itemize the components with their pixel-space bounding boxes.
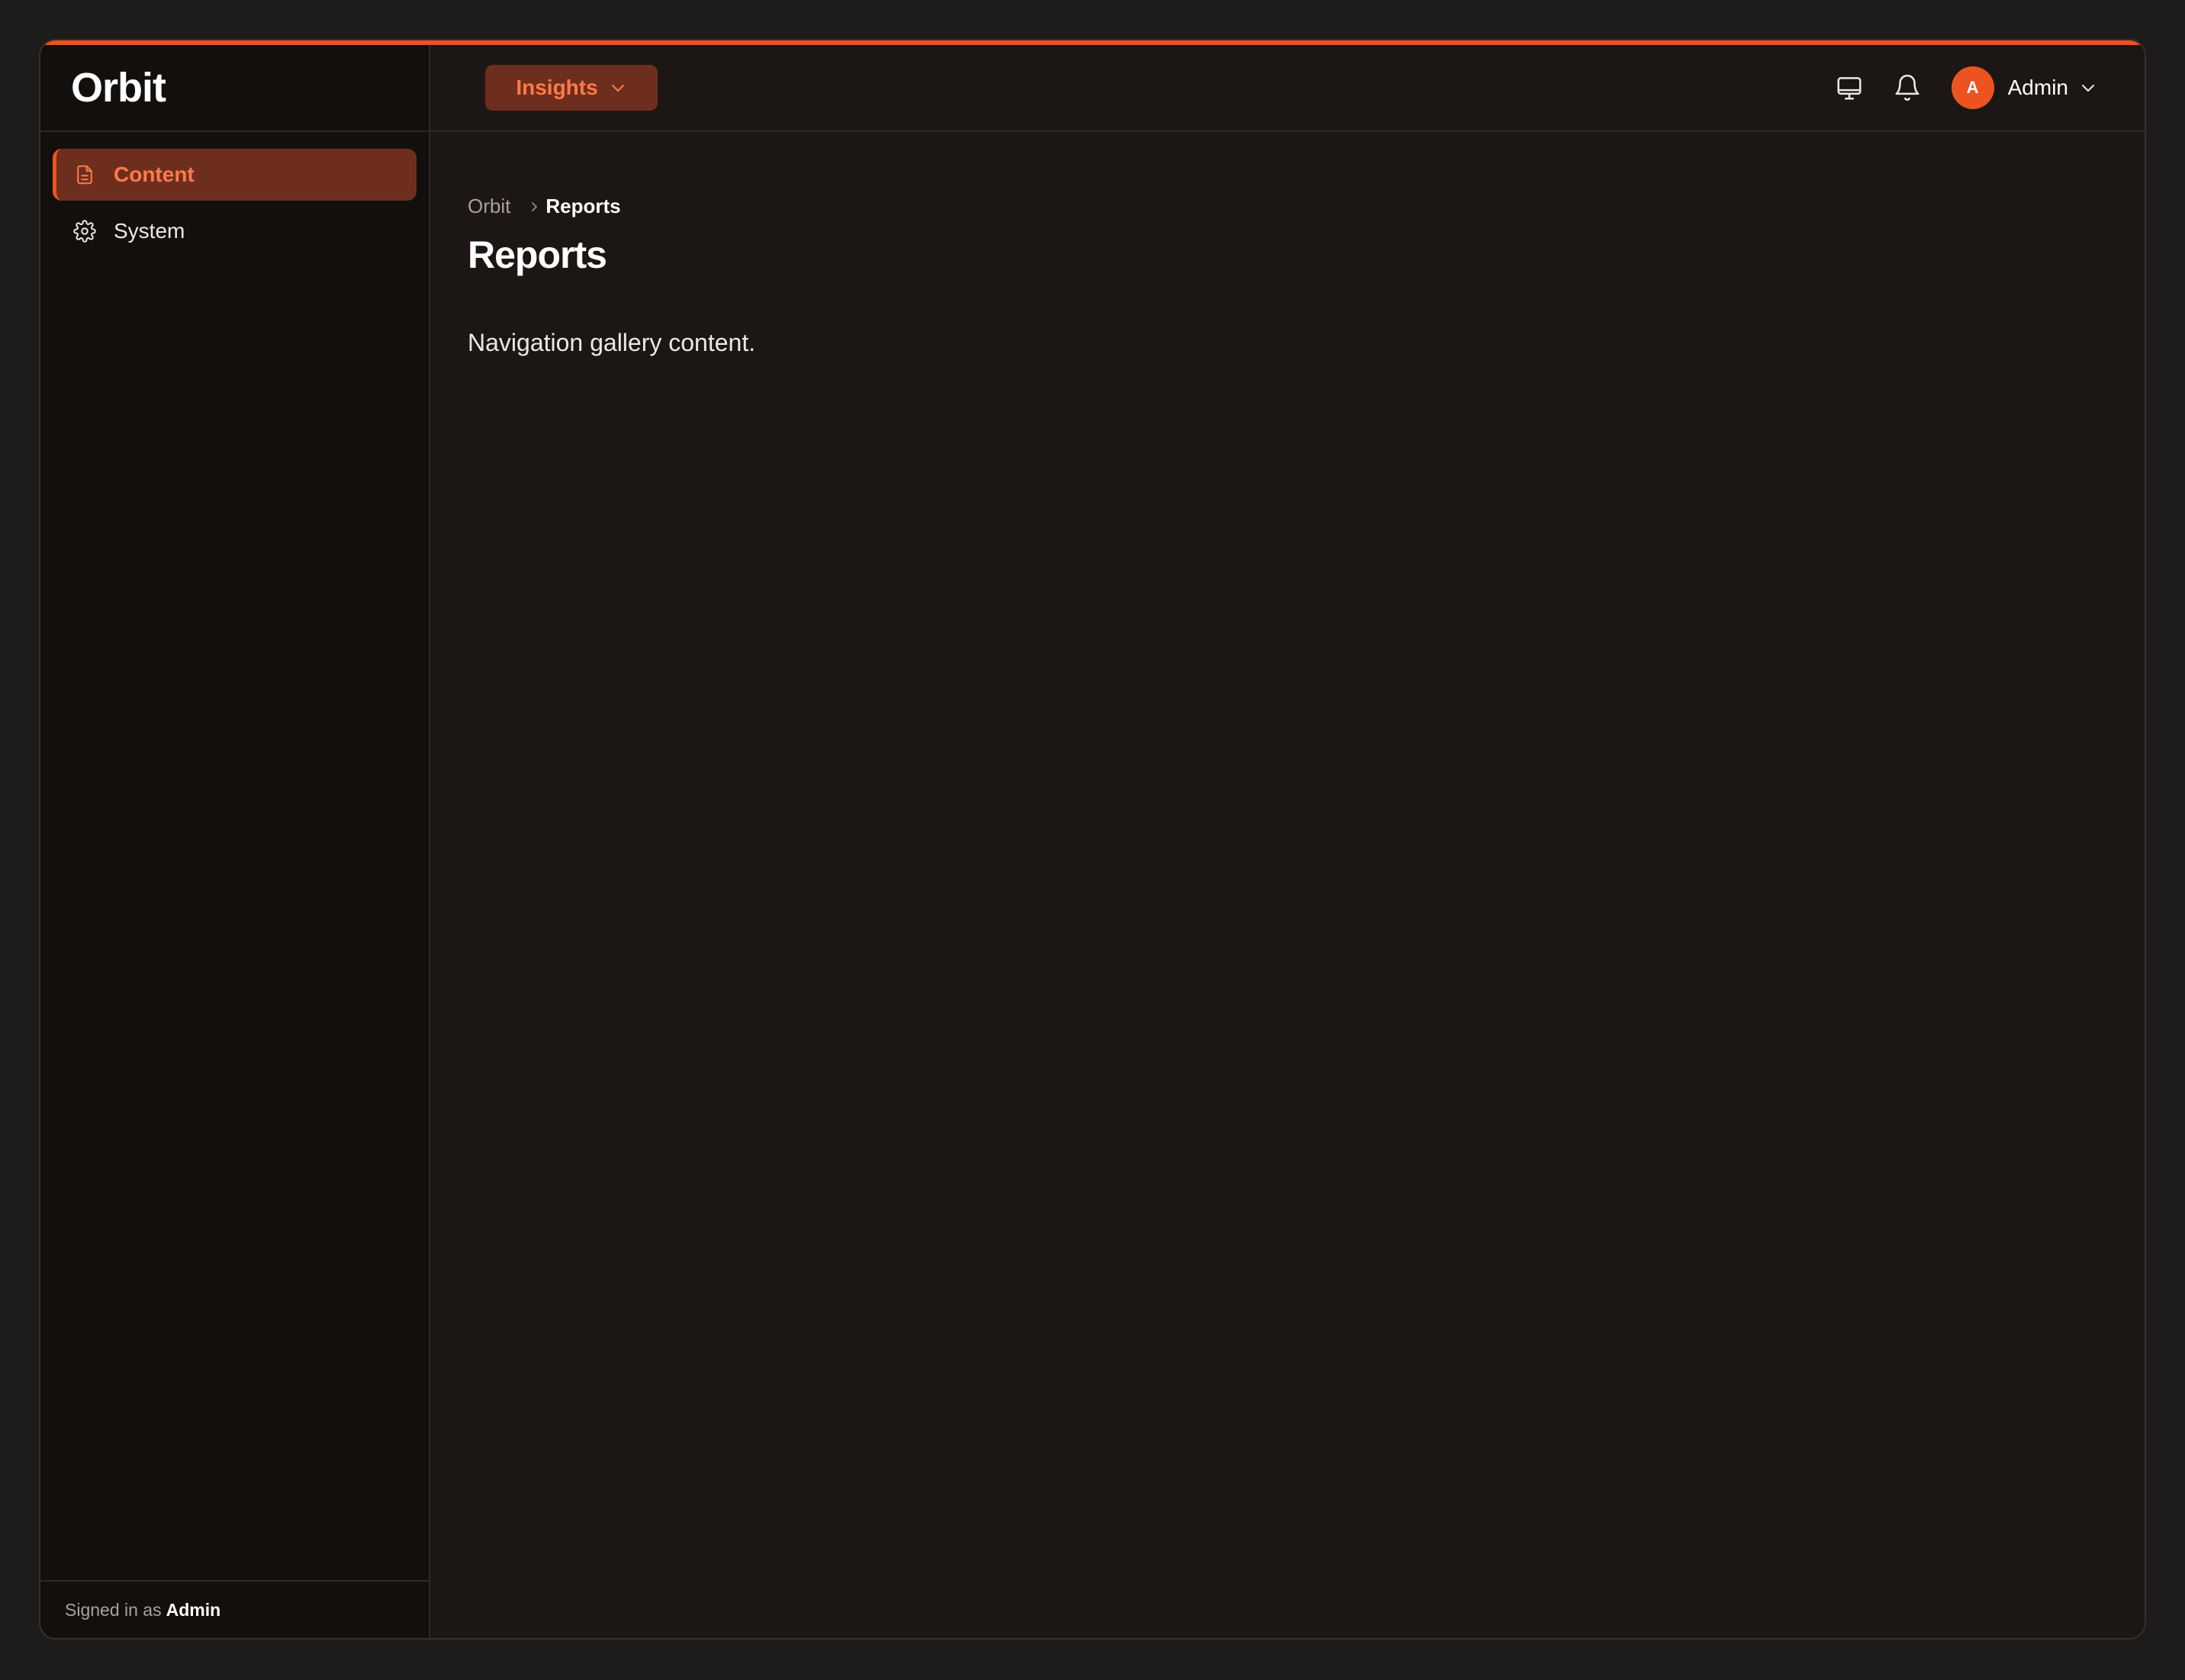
sidebar-item-system[interactable]: System bbox=[53, 205, 417, 257]
monitor-icon[interactable] bbox=[1833, 71, 1866, 105]
top-bar: Insights A Admin bbox=[430, 45, 2145, 132]
chevron-down-icon bbox=[611, 85, 624, 92]
sidebar-item-label: Content bbox=[114, 163, 195, 186]
sidebar-item-label: System bbox=[114, 219, 185, 243]
sidebar: Orbit Content System Signed in as Admin bbox=[40, 45, 430, 1638]
signed-in-prefix: Signed in as bbox=[65, 1599, 162, 1620]
insights-menu-label: Insights bbox=[516, 76, 598, 99]
chevron-down-icon[interactable] bbox=[2079, 78, 2099, 98]
header-actions: A Admin bbox=[1808, 66, 2099, 109]
brand-logo[interactable]: Orbit bbox=[71, 64, 166, 111]
signed-in-status: Signed in as Admin bbox=[40, 1580, 429, 1638]
file-icon bbox=[72, 163, 97, 187]
app-window: Orbit Content System Signed in as Admin … bbox=[39, 39, 2146, 1640]
user-menu-name[interactable]: Admin bbox=[2008, 76, 2068, 100]
breadcrumb-current: Reports bbox=[545, 195, 621, 217]
insights-menu-button[interactable]: Insights bbox=[485, 65, 658, 111]
avatar[interactable]: A bbox=[1951, 66, 1994, 109]
bell-icon[interactable] bbox=[1891, 71, 1924, 105]
page-title: Reports bbox=[468, 233, 607, 276]
main-content: Orbit Reports Reports Navigation gallery… bbox=[430, 134, 2145, 1638]
signed-in-user: Admin bbox=[166, 1599, 221, 1620]
sidebar-item-content[interactable]: Content bbox=[53, 149, 417, 201]
page-body-text: Navigation gallery content. bbox=[468, 329, 756, 356]
breadcrumb: Orbit Reports bbox=[468, 195, 621, 218]
breadcrumb-root[interactable]: Orbit bbox=[468, 195, 510, 218]
brand: Orbit bbox=[40, 45, 429, 132]
gear-icon bbox=[72, 219, 97, 243]
sidebar-nav: Content System bbox=[40, 132, 429, 257]
chevron-right-icon bbox=[527, 199, 542, 214]
